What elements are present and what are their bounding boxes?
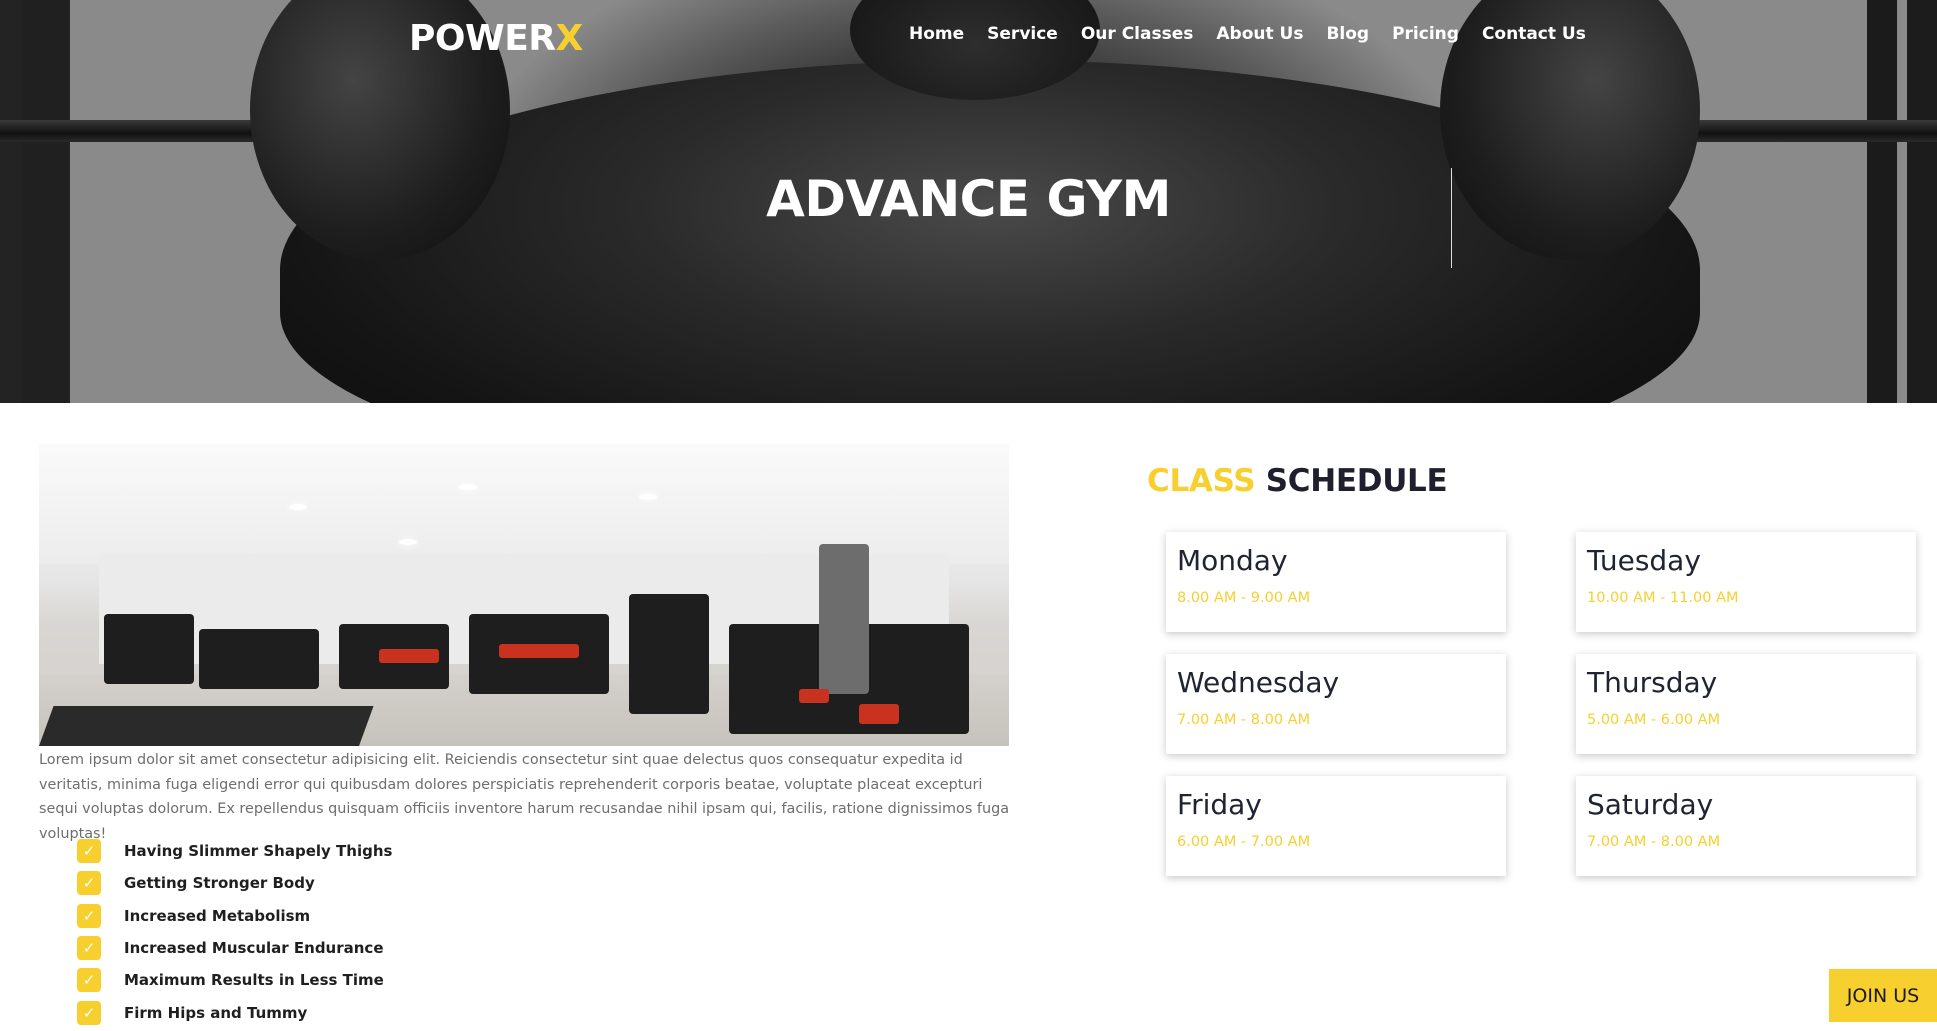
schedule-card-wednesday[interactable]: Wednesday 7.00 AM - 8.00 AM: [1166, 654, 1506, 754]
photo-cable-machine: [819, 544, 869, 694]
schedule-time: 7.00 AM - 8.00 AM: [1587, 834, 1721, 850]
list-item: ✓ Having Slimmer Shapely Thighs: [77, 835, 392, 867]
photo-bike: [199, 629, 319, 689]
brand-logo-main: POWER: [409, 18, 556, 59]
hero-title: ADVANCE GYM: [766, 170, 1171, 228]
brand-logo[interactable]: POWERX: [409, 18, 583, 59]
check-icon: ✓: [77, 936, 101, 961]
schedule-time: 10.00 AM - 11.00 AM: [1587, 590, 1739, 606]
nav-service[interactable]: Service: [987, 24, 1058, 44]
list-item: ✓ Maximum Results in Less Time: [77, 964, 392, 996]
about-paragraph: Lorem ipsum dolor sit amet consectetur a…: [39, 752, 1010, 842]
check-icon: ✓: [77, 968, 101, 993]
schedule-day: Saturday: [1587, 788, 1714, 821]
schedule-time: 8.00 AM - 9.00 AM: [1177, 590, 1311, 606]
photo-red-frame: [859, 704, 899, 724]
benefit-label: Increased Muscular Endurance: [124, 939, 384, 958]
schedule-title-accent: CLASS: [1147, 463, 1256, 499]
check-icon: ✓: [77, 839, 101, 864]
schedule-title: CLASS SCHEDULE: [1147, 463, 1448, 499]
main-nav: Home Service Our Classes About Us Blog P…: [909, 24, 1609, 44]
schedule-day: Monday: [1177, 544, 1288, 577]
list-item: ✓ Getting Stronger Body: [77, 867, 392, 899]
benefit-label: Having Slimmer Shapely Thighs: [124, 842, 393, 861]
nav-home[interactable]: Home: [909, 24, 964, 44]
benefit-label: Getting Stronger Body: [124, 874, 315, 893]
benefit-label: Maximum Results in Less Time: [124, 971, 384, 990]
photo-ceiling-light: [639, 494, 657, 500]
list-item: ✓ Increased Muscular Endurance: [77, 932, 392, 964]
photo-floor-mat: [39, 706, 374, 746]
photo-red-frame: [499, 644, 579, 658]
schedule-card-friday[interactable]: Friday 6.00 AM - 7.00 AM: [1166, 776, 1506, 876]
schedule-card-thursday[interactable]: Thursday 5.00 AM - 6.00 AM: [1576, 654, 1916, 754]
photo-ceiling-light: [399, 539, 417, 545]
schedule-title-rest: SCHEDULE: [1255, 463, 1448, 499]
nav-contact-us[interactable]: Contact Us: [1482, 24, 1586, 44]
nav-pricing[interactable]: Pricing: [1392, 24, 1459, 44]
nav-about-us[interactable]: About Us: [1216, 24, 1303, 44]
schedule-time: 5.00 AM - 6.00 AM: [1587, 712, 1721, 728]
benefit-label: Firm Hips and Tummy: [124, 1003, 308, 1022]
schedule-card-saturday[interactable]: Saturday 7.00 AM - 8.00 AM: [1576, 776, 1916, 876]
schedule-day: Wednesday: [1177, 666, 1340, 699]
join-us-button[interactable]: JOIN US: [1829, 969, 1937, 1022]
benefit-label: Increased Metabolism: [124, 906, 311, 925]
photo-ceiling-light: [459, 484, 477, 490]
nav-blog[interactable]: Blog: [1326, 24, 1369, 44]
photo-red-frame: [799, 689, 829, 703]
benefits-list: ✓ Having Slimmer Shapely Thighs ✓ Getting …: [77, 835, 392, 1029]
hero-banner: POWERX Home Service Our Classes About Us…: [0, 0, 1937, 403]
list-item: ✓ Increased Metabolism: [77, 900, 392, 932]
check-icon: ✓: [77, 903, 101, 928]
schedule-time: 7.00 AM - 8.00 AM: [1177, 712, 1311, 728]
schedule-card-monday[interactable]: Monday 8.00 AM - 9.00 AM: [1166, 532, 1506, 632]
schedule-time: 6.00 AM - 7.00 AM: [1177, 834, 1311, 850]
list-item: ✓ Firm Hips and Tummy: [77, 996, 392, 1028]
gym-interior-image: [39, 444, 1009, 746]
schedule-card-tuesday[interactable]: Tuesday 10.00 AM - 11.00 AM: [1576, 532, 1916, 632]
schedule-day: Thursday: [1587, 666, 1718, 699]
photo-ceiling-light: [289, 504, 307, 510]
photo-rack: [629, 594, 709, 714]
photo-red-frame: [379, 649, 439, 663]
check-icon: ✓: [77, 1000, 101, 1025]
nav-our-classes[interactable]: Our Classes: [1081, 24, 1194, 44]
photo-bike: [104, 614, 194, 684]
check-icon: ✓: [77, 871, 101, 896]
schedule-day: Friday: [1177, 788, 1262, 821]
brand-logo-accent: X: [555, 18, 584, 59]
schedule-day: Tuesday: [1587, 544, 1701, 577]
